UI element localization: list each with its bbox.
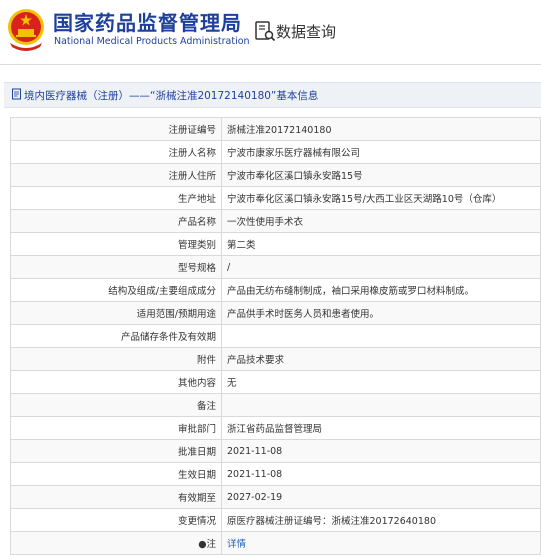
table-row: 注册证编号 浙械注准20172140180 bbox=[10, 117, 541, 141]
site-title: 国家药品监督管理局 bbox=[53, 11, 242, 35]
table-row: 变更情况 原医疗器械注册证编号：浙械注准20172640180 bbox=[10, 508, 541, 532]
row-label: 有效期至 bbox=[10, 485, 222, 509]
document-search-icon bbox=[255, 21, 276, 42]
row-value: 宁波市康家乐医疗器械有限公司 bbox=[221, 140, 541, 164]
row-label: 批准日期 bbox=[10, 439, 222, 463]
row-label: 管理类别 bbox=[10, 232, 222, 256]
table-row: 注册人名称 宁波市康家乐医疗器械有限公司 bbox=[10, 140, 541, 164]
row-label: 产品储存条件及有效期 bbox=[10, 324, 222, 348]
row-label: 型号规格 bbox=[10, 255, 222, 279]
table-row: 型号规格 / bbox=[10, 255, 541, 279]
table-row: 其他内容无 bbox=[10, 370, 541, 394]
table-row: 审批部门 浙江省药品监督管理局 bbox=[10, 416, 541, 440]
note-value-cell: 详情 bbox=[221, 531, 541, 555]
row-value: 浙江省药品监督管理局 bbox=[221, 416, 541, 440]
row-value bbox=[221, 324, 541, 348]
row-value bbox=[221, 393, 541, 417]
row-value: 2021-11-08 bbox=[221, 462, 541, 486]
row-label: 生效日期 bbox=[10, 462, 222, 486]
row-value: 宁波市奉化区溪口镇永安路15号/大西工业区天湖路10号（仓库） bbox=[221, 186, 541, 210]
row-label: 变更情况 bbox=[10, 508, 222, 532]
device-info-table: 注册证编号 浙械注准20172140180 注册人名称 宁波市康家乐医疗器械有限公司… bbox=[10, 117, 541, 555]
table-row: 有效期至 2027-02-19 bbox=[10, 485, 541, 509]
table-row: 生产地址 宁波市奉化区溪口镇永安路15号/大西工业区天湖路10号（仓库） bbox=[10, 186, 541, 210]
table-row-note: ●注 详情 bbox=[10, 531, 541, 555]
table-row: 适用范围/预期用途 产品供手术时医务人员和患者使用。 bbox=[10, 301, 541, 325]
row-value: 原医疗器械注册证编号：浙械注准20172640180 bbox=[221, 508, 541, 532]
row-label: 注册人住所 bbox=[10, 163, 222, 187]
table-row: 产品储存条件及有效期 bbox=[10, 324, 541, 348]
table-row: 备注 bbox=[10, 393, 541, 417]
row-label: 产品名称 bbox=[10, 209, 222, 233]
table-row: 生效日期 2021-11-08 bbox=[10, 462, 541, 486]
section-title: 境内医疗器械（注册）——“浙械注准20172140180”基本信息 bbox=[24, 90, 319, 102]
row-value: 浙械注准20172140180 bbox=[221, 117, 541, 141]
row-value: 产品技术要求 bbox=[221, 347, 541, 371]
row-label: 生产地址 bbox=[10, 186, 222, 210]
data-query-label: 数据查询 bbox=[276, 23, 337, 41]
table-row: 注册人住所 宁波市奉化区溪口镇永安路15号 bbox=[10, 163, 541, 187]
header-divider bbox=[0, 64, 541, 65]
table-row: 批准日期 2021-11-08 bbox=[10, 439, 541, 463]
row-value: 一次性使用手术衣 bbox=[221, 209, 541, 233]
details-link[interactable]: 详情 bbox=[227, 539, 246, 550]
row-value: 产品供手术时医务人员和患者使用。 bbox=[221, 301, 541, 325]
table-row: 产品名称 一次性使用手术衣 bbox=[10, 209, 541, 233]
row-value: 2021-11-08 bbox=[221, 439, 541, 463]
site-subtitle: National Medical Products Administration bbox=[54, 36, 250, 47]
row-value: 宁波市奉化区溪口镇永安路15号 bbox=[221, 163, 541, 187]
row-value: 2027-02-19 bbox=[221, 485, 541, 509]
row-label: 备注 bbox=[10, 393, 222, 417]
section-header: 境内医疗器械（注册）——“浙械注准20172140180”基本信息 bbox=[4, 82, 541, 108]
row-label: 结构及组成/主要组成成分 bbox=[10, 278, 222, 302]
note-label-cell: ●注 bbox=[10, 531, 222, 555]
site-header: 国家药品监督管理局 National Medical Products Admi… bbox=[0, 0, 541, 64]
national-emblem-icon bbox=[8, 9, 44, 51]
row-label: 附件 bbox=[10, 347, 222, 371]
row-label: 审批部门 bbox=[10, 416, 222, 440]
row-label: 注册证编号 bbox=[10, 117, 222, 141]
note-label: 注 bbox=[206, 539, 216, 550]
row-value: 第二类 bbox=[221, 232, 541, 256]
row-label: 其他内容 bbox=[10, 370, 222, 394]
row-value: 产品由无纺布缝制制成，袖口采用橡皮筋或罗口材料制成。 bbox=[221, 278, 541, 302]
row-value: / bbox=[221, 255, 541, 279]
row-label: 适用范围/预期用途 bbox=[10, 301, 222, 325]
document-icon bbox=[12, 88, 21, 100]
row-label: 注册人名称 bbox=[10, 140, 222, 164]
table-row: 附件 产品技术要求 bbox=[10, 347, 541, 371]
table-row: 结构及组成/主要组成成分 产品由无纺布缝制制成，袖口采用橡皮筋或罗口材料制成。 bbox=[10, 278, 541, 302]
table-row: 管理类别 第二类 bbox=[10, 232, 541, 256]
row-value: 无 bbox=[221, 370, 541, 394]
